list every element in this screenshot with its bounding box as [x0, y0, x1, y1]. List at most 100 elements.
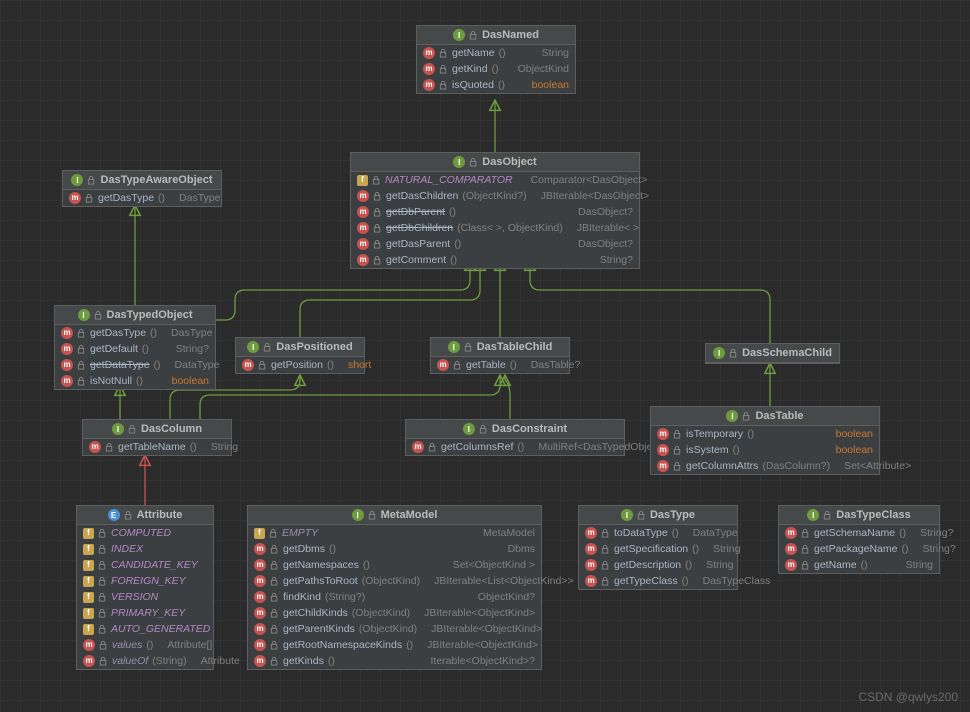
- member-row[interactable]: getDataType()DataType: [55, 357, 215, 373]
- member-row[interactable]: getTableName()String: [83, 439, 231, 455]
- member-return-type: String?: [166, 342, 209, 356]
- method-icon: [785, 543, 797, 555]
- member-return-type: Attribute: [191, 654, 240, 668]
- field-icon: [83, 624, 94, 635]
- member-row[interactable]: isQuoted()boolean: [417, 77, 575, 93]
- class-title: DasTable: [651, 407, 879, 426]
- class-title: DasType: [579, 506, 737, 525]
- class-Attribute[interactable]: AttributeCOMPUTEDINDEXCANDIDATE_KEYFOREI…: [76, 505, 214, 670]
- class-DasType[interactable]: DasTypetoDataType()DataTypegetSpecificat…: [578, 505, 738, 590]
- member-row[interactable]: INDEX: [77, 541, 213, 557]
- member-params: (String?): [325, 590, 365, 604]
- member-row[interactable]: getPackageName()String?: [779, 541, 939, 557]
- member-row[interactable]: isSystem()boolean: [651, 442, 879, 458]
- member-row[interactable]: getDasChildren(ObjectKind?)JBIterable<Da…: [351, 188, 639, 204]
- method-icon: [785, 559, 797, 571]
- member-return-type: JBIterable<ObjectKind>: [414, 606, 535, 620]
- member-row[interactable]: getColumnAttrs(DasColumn?)Set<Attribute>: [651, 458, 879, 474]
- member-row[interactable]: getDbChildren(Class< >, ObjectKind)JBIte…: [351, 220, 639, 236]
- member-row[interactable]: getTypeClass()DasTypeClass: [579, 573, 737, 589]
- method-icon: [357, 238, 369, 250]
- lock-icon: [98, 577, 107, 586]
- member-row[interactable]: isTemporary()boolean: [651, 426, 879, 442]
- class-DasTypeAwareObject[interactable]: DasTypeAwareObjectgetDasType()DasType: [62, 170, 222, 207]
- member-row[interactable]: PRIMARY_KEY: [77, 605, 213, 621]
- member-row[interactable]: FOREIGN_KEY: [77, 573, 213, 589]
- member-row[interactable]: getName()String: [779, 557, 939, 573]
- member-row[interactable]: getDasType()DasType: [55, 325, 215, 341]
- member-row[interactable]: getComment()String?: [351, 252, 639, 268]
- member-return-type: ObjectKind?: [468, 590, 535, 604]
- member-name: toDataType: [614, 526, 668, 540]
- interface-icon: [726, 410, 738, 422]
- interface-icon: [713, 347, 725, 359]
- member-row[interactable]: getKinds()Iterable<ObjectKind>?: [248, 653, 541, 669]
- method-icon: [61, 375, 73, 387]
- member-row[interactable]: getNamespaces()Set<ObjectKind >: [248, 557, 541, 573]
- member-row[interactable]: getPathsToRoot(ObjectKind)JBIterable<Lis…: [248, 573, 541, 589]
- member-row[interactable]: VERSION: [77, 589, 213, 605]
- member-name: getTableName: [118, 440, 186, 454]
- class-body: isTemporary()booleanisSystem()booleanget…: [651, 426, 879, 474]
- member-row[interactable]: getRootNamespaceKinds()JBIterable<Object…: [248, 637, 541, 653]
- method-icon: [254, 655, 266, 667]
- member-row[interactable]: getPosition()short: [236, 357, 364, 373]
- class-DasTable[interactable]: DasTableisTemporary()booleanisSystem()bo…: [650, 406, 880, 475]
- member-row[interactable]: getDescription()String: [579, 557, 737, 573]
- member-name: getNamespaces: [283, 558, 359, 572]
- member-row[interactable]: getDasParent()DasObject?: [351, 236, 639, 252]
- method-icon: [785, 527, 797, 539]
- member-row[interactable]: CANDIDATE_KEY: [77, 557, 213, 573]
- member-row[interactable]: valueOf(String)Attribute: [77, 653, 213, 669]
- method-icon: [254, 639, 266, 651]
- member-row[interactable]: values()Attribute[]: [77, 637, 213, 653]
- class-DasObject[interactable]: DasObjectNATURAL_COMPARATORComparator<Da…: [350, 152, 640, 269]
- member-name: isTemporary: [686, 427, 743, 441]
- lock-icon: [270, 593, 279, 602]
- member-row[interactable]: EMPTYMetaModel: [248, 525, 541, 541]
- class-DasColumn[interactable]: DasColumngetTableName()String: [82, 419, 232, 456]
- member-row[interactable]: getDbms()Dbms: [248, 541, 541, 557]
- lock-icon: [453, 361, 462, 370]
- member-row[interactable]: getChildKinds(ObjectKind)JBIterable<Obje…: [248, 605, 541, 621]
- class-MetaModel[interactable]: MetaModelEMPTYMetaModelgetDbms()DbmsgetN…: [247, 505, 542, 670]
- member-row[interactable]: getDefault()String?: [55, 341, 215, 357]
- member-params: (): [142, 342, 149, 356]
- member-row[interactable]: toDataType()DataType: [579, 525, 737, 541]
- method-icon: [585, 559, 597, 571]
- class-DasConstraint[interactable]: DasConstraintgetColumnsRef()MultiRef<Das…: [405, 419, 625, 456]
- lock-icon: [801, 545, 810, 554]
- member-row[interactable]: getDbParent()DasObject?: [351, 204, 639, 220]
- class-title: DasObject: [351, 153, 639, 172]
- member-row[interactable]: findKind(String?)ObjectKind?: [248, 589, 541, 605]
- member-name: getName: [814, 558, 857, 572]
- lock-icon: [105, 443, 114, 452]
- class-DasTypedObject[interactable]: DasTypedObjectgetDasType()DasTypegetDefa…: [54, 305, 216, 390]
- class-title: MetaModel: [248, 506, 541, 525]
- member-row[interactable]: getDasType()DasType: [63, 190, 221, 206]
- member-row[interactable]: getSpecification()String: [579, 541, 737, 557]
- member-name: getDescription: [614, 558, 681, 572]
- class-DasSchemaChild[interactable]: DasSchemaChild: [705, 343, 840, 364]
- member-row[interactable]: getParentKinds(ObjectKind)JBIterable<Obj…: [248, 621, 541, 637]
- member-row[interactable]: getColumnsRef()MultiRef<DasTypedObject>: [406, 439, 624, 455]
- lock-icon: [98, 529, 107, 538]
- method-icon: [423, 63, 435, 75]
- member-row[interactable]: getKind()ObjectKind: [417, 61, 575, 77]
- member-name: getTable: [466, 358, 506, 372]
- member-row[interactable]: getName()String: [417, 45, 575, 61]
- member-row[interactable]: NATURAL_COMPARATORComparator<DasObject>: [351, 172, 639, 188]
- member-row[interactable]: isNotNull()boolean: [55, 373, 215, 389]
- member-name: getComment: [386, 253, 446, 267]
- class-DasPositioned[interactable]: DasPositionedgetPosition()short: [235, 337, 365, 374]
- class-DasTypeClass[interactable]: DasTypeClassgetSchemaName()String?getPac…: [778, 505, 940, 574]
- class-DasTableChild[interactable]: DasTableChildgetTable()DasTable?: [430, 337, 570, 374]
- class-DasNamed[interactable]: DasNamedgetName()StringgetKind()ObjectKi…: [416, 25, 576, 94]
- member-row[interactable]: AUTO_GENERATED: [77, 621, 213, 637]
- member-return-type: boolean: [826, 427, 873, 441]
- member-row[interactable]: COMPUTED: [77, 525, 213, 541]
- member-row[interactable]: getSchemaName()String?: [779, 525, 939, 541]
- member-row[interactable]: getTable()DasTable?: [431, 357, 569, 373]
- member-return-type: MetaModel: [473, 526, 535, 540]
- field-icon: [83, 608, 94, 619]
